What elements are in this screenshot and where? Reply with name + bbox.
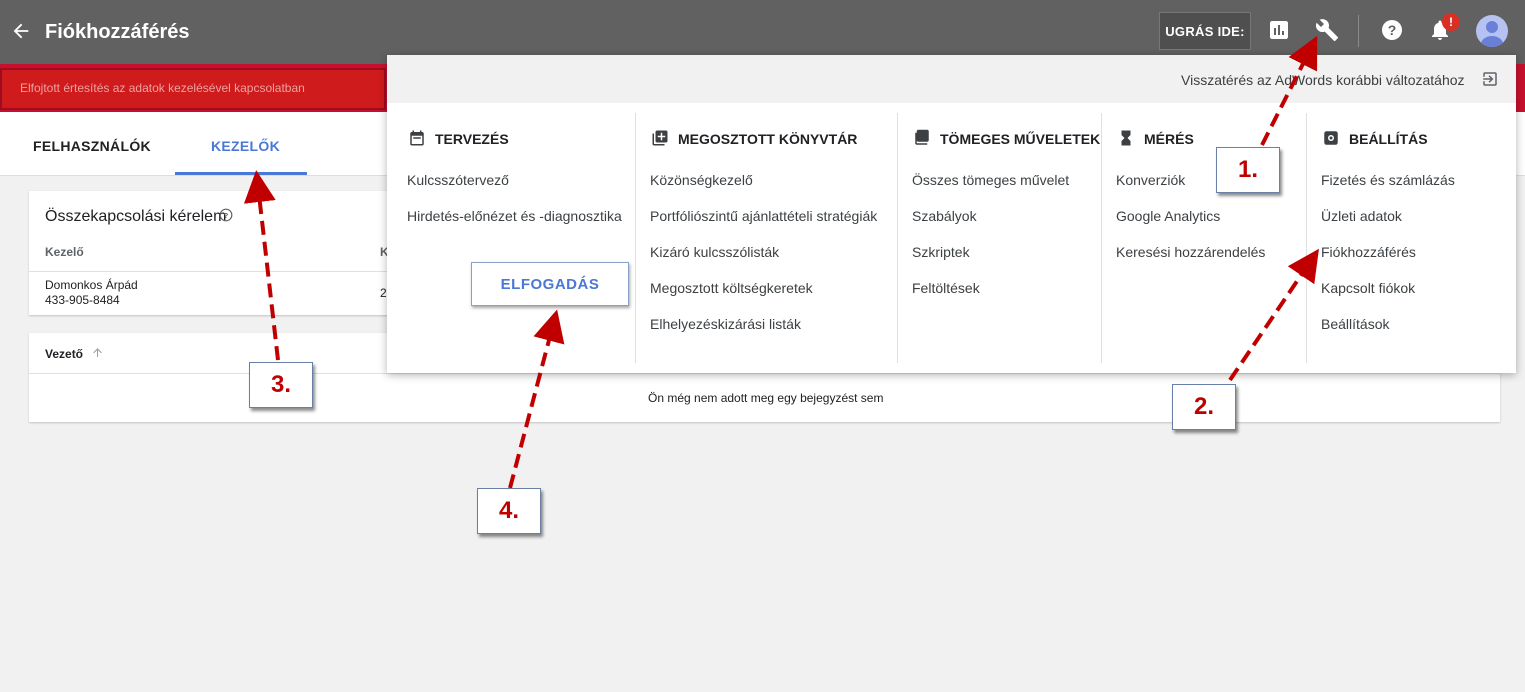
- menu-item-business-data[interactable]: Üzleti adatok: [1321, 208, 1402, 224]
- exit-icon[interactable]: [1481, 70, 1499, 88]
- column-header-leader[interactable]: Vezető: [45, 347, 83, 361]
- section-title-shared-library: MEGOSZTOTT KÖNYVTÁR: [678, 131, 858, 147]
- page-title: Fiókhozzáférés: [45, 21, 190, 43]
- column-divider: [897, 113, 898, 363]
- back-arrow-icon[interactable]: [10, 20, 32, 42]
- section-title-setup: BEÁLLÍTÁS: [1349, 131, 1428, 147]
- menu-item-conversions[interactable]: Konverziók: [1116, 172, 1185, 188]
- column-header-manager: Kezelő: [45, 245, 84, 259]
- tab-managers[interactable]: KEZELŐK: [211, 138, 280, 154]
- menu-item-all-bulk-actions[interactable]: Összes tömeges művelet: [912, 172, 1069, 188]
- menu-item-preferences[interactable]: Beállítások: [1321, 316, 1389, 332]
- section-title-planning: TERVEZÉS: [435, 131, 509, 147]
- calendar-icon: [410, 130, 424, 146]
- sort-arrow-up-icon[interactable]: [91, 346, 104, 359]
- menu-item-placement-exclusion-lists[interactable]: Elhelyezéskizárási listák: [650, 316, 801, 332]
- menu-item-google-analytics[interactable]: Google Analytics: [1116, 208, 1220, 224]
- manager-name: Domonkos Árpád: [45, 278, 138, 292]
- annotation-label-4: 4.: [477, 488, 541, 534]
- menu-item-uploads[interactable]: Feltöltések: [912, 280, 980, 296]
- wrench-icon[interactable]: [1315, 18, 1339, 42]
- help-circle-icon[interactable]: ?: [219, 208, 233, 222]
- column-divider: [1101, 113, 1102, 363]
- row-second-cell: 2: [380, 286, 387, 300]
- toolbar-divider: [1358, 15, 1359, 47]
- settings-gear-icon: [1324, 131, 1338, 145]
- avatar[interactable]: [1476, 15, 1508, 47]
- active-tab-indicator: [175, 172, 307, 175]
- column-divider: [635, 113, 636, 363]
- menu-item-negative-keyword-lists[interactable]: Kizáró kulcsszólisták: [650, 244, 779, 260]
- menu-item-shared-budgets[interactable]: Megosztott költségkeretek: [650, 280, 813, 296]
- column-divider: [1306, 113, 1307, 363]
- accept-button[interactable]: ELFOGADÁS: [471, 262, 629, 306]
- menu-item-search-attribution[interactable]: Keresési hozzárendelés: [1116, 244, 1265, 260]
- menu-item-linked-accounts[interactable]: Kapcsolt fiókok: [1321, 280, 1415, 296]
- manager-id: 433-905-8484: [45, 293, 120, 307]
- back-to-old-version-link[interactable]: Visszatérés az AdWords korábbi változatá…: [1181, 72, 1465, 88]
- menu-item-billing[interactable]: Fizetés és számlázás: [1321, 172, 1455, 188]
- menu-item-account-access[interactable]: Fiókhozzáférés: [1321, 244, 1416, 260]
- notification-badge: !: [1442, 13, 1460, 31]
- copy-stack-icon: [915, 129, 929, 145]
- hourglass-icon: [1121, 130, 1131, 146]
- reports-icon[interactable]: [1267, 18, 1291, 42]
- annotation-label-2: 2.: [1172, 384, 1236, 430]
- tab-users[interactable]: FELHASZNÁLÓK: [33, 138, 151, 154]
- svg-text:?: ?: [1388, 22, 1397, 38]
- menu-item-portfolio-bid-strategies[interactable]: Portfólió­szintű ajánlattételi stratégiá…: [650, 208, 877, 224]
- alert-banner-text: Elfojtott értesítés az adatok kezeléséve…: [20, 81, 305, 95]
- empty-state-text: Ön még nem adott meg egy bejegyzést sem: [648, 391, 884, 405]
- link-requests-title: Összekapcsolási kérelem: [45, 208, 227, 225]
- goto-button[interactable]: UGRÁS IDE:: [1159, 12, 1251, 50]
- library-icon: [652, 130, 668, 146]
- user-avatar-icon: [1481, 21, 1503, 47]
- section-title-bulk-actions: TÖMEGES MŰVELETEK: [940, 131, 1101, 147]
- menu-item-ad-preview[interactable]: Hirdetés-előnézet és -diagnosztika: [407, 208, 622, 224]
- menu-item-audience-manager[interactable]: Közönségkezelő: [650, 172, 753, 188]
- menu-item-scripts[interactable]: Szkriptek: [912, 244, 970, 260]
- section-title-measurement: MÉRÉS: [1144, 131, 1194, 147]
- menu-item-rules[interactable]: Szabályok: [912, 208, 977, 224]
- help-icon[interactable]: ?: [1380, 18, 1404, 42]
- svg-text:?: ?: [224, 211, 229, 220]
- menu-item-keyword-planner[interactable]: Kulcsszótervező: [407, 172, 509, 188]
- annotation-label-3: 3.: [249, 362, 313, 408]
- annotation-label-1: 1.: [1216, 147, 1280, 193]
